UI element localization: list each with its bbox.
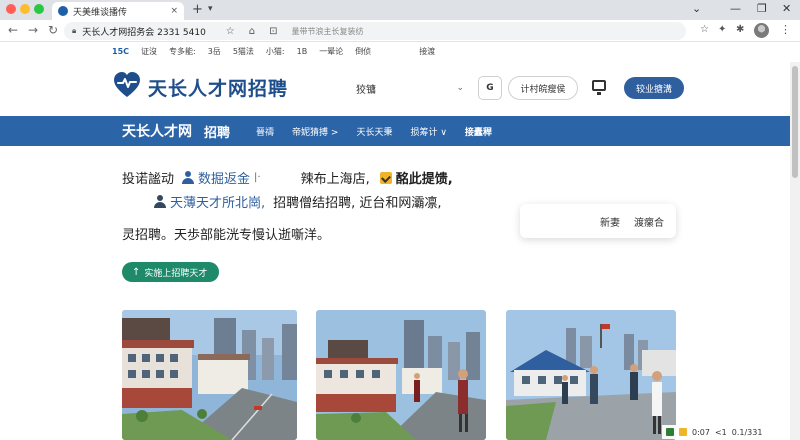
bookmark-star-icon[interactable]: ☆ (226, 26, 235, 37)
page-scrollbar[interactable] (790, 62, 800, 440)
main-nav: 天长人才网 招聘 晉禱 帝妮猜搏 > 天长天秉 损筹计 ∨ 接蠹稈 (0, 116, 790, 146)
bookmark-item[interactable]: 3岳 (208, 46, 221, 57)
check-badge-icon (379, 171, 392, 184)
avatar[interactable] (754, 23, 769, 38)
city-photo-card-2[interactable] (316, 310, 486, 440)
search-go-button[interactable]: G (478, 76, 502, 100)
secondary-action-button[interactable]: 计村皖瘦侯 (508, 76, 578, 100)
url-input[interactable]: 🔒︎ 天长人才网招务会 2331 5410 ☆ ⌂ ⊡ 量带节浪主长复装纺 (64, 22, 686, 40)
tab-title: 天美维谈播传 (73, 7, 128, 18)
scrollbar-thumb[interactable] (792, 66, 798, 178)
tab-close-icon[interactable]: × (170, 6, 178, 16)
primary-action-label: 较业搪溝 (635, 84, 672, 95)
logo-heart-icon[interactable] (112, 70, 142, 100)
hero-section: 投诺謐动 数掘返金 |· 辣布上海店, 酩此提馈, 天薄天才所北崗, 招聘僧结招… (0, 146, 790, 440)
cta-label: 实施上招聘天才 (144, 268, 208, 279)
lock-icon: 🔒︎ (72, 26, 77, 35)
nav-item-2[interactable]: 帝妮猜搏 > (292, 125, 338, 138)
bookmark-item[interactable]: 证沒 (141, 46, 157, 57)
bookmark-item[interactable]: 小猫: (266, 46, 285, 57)
nav-item-1[interactable]: 晉禱 (256, 125, 274, 138)
window-minimize-dot[interactable] (20, 4, 30, 14)
search-select-value: 狡镛 (356, 84, 376, 96)
browser-tab-active[interactable]: 天美维谈播传 × (52, 2, 184, 20)
tab-search-icon[interactable]: ⌄ (692, 2, 701, 15)
city-illustration (316, 310, 486, 440)
status-warning-icon (679, 428, 687, 436)
bookmark-item[interactable]: 专多能: (169, 46, 196, 57)
status-time: 0:07 (692, 427, 710, 437)
bookmark-item[interactable]: 1B (297, 47, 308, 56)
bookmark-item[interactable]: 接渡 (419, 46, 435, 57)
cta-button[interactable]: ↑ 实施上招聘天才 (122, 262, 220, 282)
search-category-select[interactable]: 狡镛 ⌄ (352, 77, 468, 99)
nav-brand[interactable]: 天长人才网 (122, 121, 192, 141)
status-strip: 0:07 <1 0.1/331 (662, 425, 790, 439)
lock-outline-icon: ⊡ (269, 25, 278, 37)
bookmarks-bar: 15C 证沒 专多能: 3岳 5猫法 小猫: 1B 一晕论 倒侦 接渡 (0, 42, 790, 60)
star-icon[interactable]: ☆ (700, 24, 709, 35)
tab-menu-icon[interactable]: ▾ (208, 4, 213, 14)
bookmark-item[interactable]: 5猫法 (233, 46, 254, 57)
minimize-button[interactable]: — (730, 2, 741, 15)
maximize-button[interactable]: ❐ (757, 2, 767, 15)
hero-line-1-prefix: 投诺謐动 (122, 172, 175, 187)
city-photo-card-1[interactable] (122, 310, 297, 440)
back-button[interactable]: ← (8, 23, 18, 37)
bookmark-item[interactable]: 倒侦 (355, 46, 371, 57)
pin-icon[interactable]: ✦ (718, 24, 726, 35)
hero-line-1-middle: 辣布上海店, (300, 172, 370, 187)
hero-line-3: 灵招聘。天歩部能洸专慢认逝噺洋。 (122, 224, 330, 243)
side-card-link-1[interactable]: 新妻 (600, 214, 620, 229)
status-app-icon (666, 428, 674, 436)
hero-link-2[interactable]: 天薄天才所北崗, (170, 192, 265, 211)
browser-tab-bar: 天美维谈播传 × + ▾ ⌄ — ❐ ✕ (0, 0, 800, 20)
nav-item-5[interactable]: 接蠹稈 (465, 125, 492, 138)
city-photo-card-3[interactable] (506, 310, 676, 440)
person-icon (154, 195, 166, 208)
nav-item-4[interactable]: 损筹计 ∨ (410, 125, 446, 138)
window-close-dot[interactable] (6, 4, 16, 14)
close-window-button[interactable]: ✕ (782, 2, 791, 15)
address-bar-row: ← → ↻ 🔒︎ 天长人才网招务会 2331 5410 ☆ ⌂ ⊡ 量带节浪主长… (0, 20, 800, 42)
reload-button[interactable]: ↻ (48, 23, 58, 37)
bookmark-item[interactable]: 一晕论 (319, 46, 343, 57)
primary-action-button[interactable]: 较业搪溝 (624, 77, 684, 99)
side-card-link-2[interactable]: 渡瘰合 (634, 214, 664, 229)
monitor-icon[interactable] (592, 80, 606, 95)
site-header: 天长人才网招聘 狡镛 ⌄ G 计村皖瘦侯 较业搪溝 (0, 62, 790, 116)
city-illustration (122, 310, 297, 440)
home-icon[interactable]: ⌂ (249, 26, 255, 37)
hero-line-3-text: 灵招聘。天歩部能洸专慢认逝噺洋。 (122, 228, 331, 243)
bookmark-item[interactable]: 15C (112, 47, 129, 56)
chevron-down-icon: ⌄ (456, 83, 464, 93)
hero-separator: |· (254, 172, 261, 183)
hero-line-1-bold: 酩此提馈, (395, 172, 453, 187)
puzzle-icon[interactable]: ✱ (736, 24, 744, 35)
forward-button[interactable]: → (28, 23, 38, 37)
hero-line-2: 天薄天才所北崗, 招聘僧结招聘, 近台和网灞凛, (154, 192, 442, 211)
new-tab-button[interactable]: + (192, 2, 203, 17)
person-icon (182, 171, 195, 184)
secondary-action-label: 计村皖瘦侯 (520, 84, 566, 95)
side-card: 新妻 渡瘰合 (520, 204, 676, 238)
menu-kebab-icon[interactable]: ⋮ (780, 23, 791, 36)
url-text: 天长人才网招务会 2331 5410 (82, 27, 206, 38)
status-count: <1 (714, 427, 727, 437)
site-logo-text[interactable]: 天长人才网招聘 (148, 74, 288, 101)
nav-brand-secondary[interactable]: 招聘 (204, 122, 230, 141)
nav-item-3[interactable]: 天长天秉 (356, 125, 392, 138)
window-zoom-dot[interactable] (34, 4, 44, 14)
favicon-icon (58, 6, 68, 16)
city-illustration (506, 310, 676, 440)
hero-line-1: 投诺謐动 数掘返金 |· 辣布上海店, 酩此提馈, (122, 168, 453, 187)
arrow-up-icon: ↑ (132, 266, 141, 278)
hero-link-1[interactable]: 数掘返金 (198, 168, 250, 187)
hero-line-2-text: 招聘僧结招聘, 近台和网灞凛, (273, 196, 442, 211)
status-value: 0.1/331 (731, 427, 763, 437)
search-go-label: G (486, 83, 494, 93)
url-tail-text: 量带节浪主长复装纺 (291, 26, 364, 36)
